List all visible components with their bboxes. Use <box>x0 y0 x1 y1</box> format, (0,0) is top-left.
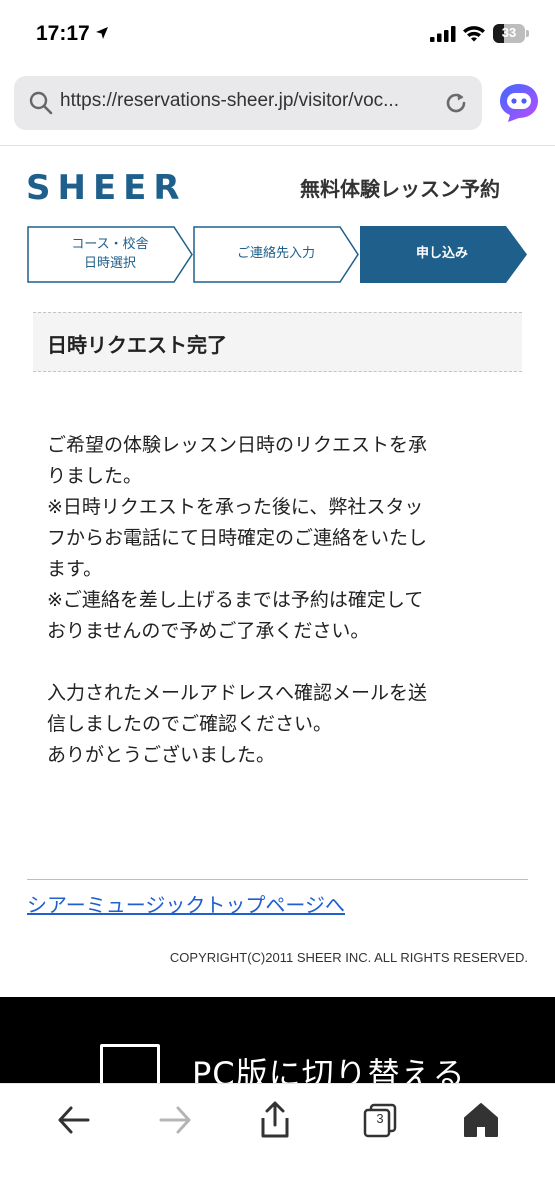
section-heading: 日時リクエスト完了 <box>33 312 522 372</box>
address-bar[interactable]: https://reservations-sheer.jp/visitor/vo… <box>14 76 482 130</box>
page-title: 無料体験レッスン予約 <box>300 177 500 201</box>
step-contact-input: ご連絡先入力 <box>236 246 315 261</box>
battery-level: 33 <box>501 25 517 40</box>
reload-icon[interactable] <box>442 89 470 117</box>
step-course-datetime: コース・校舎 日時選択 <box>71 237 149 271</box>
sheer-music-top-link[interactable]: シアーミュージックトップページへ <box>27 889 345 918</box>
tabs-icon[interactable]: 3 <box>360 1100 400 1140</box>
status-time: 17:17 <box>36 22 90 45</box>
header-divider <box>0 145 555 146</box>
browser-toolbar: 3 <box>0 1083 555 1200</box>
sheer-logo[interactable]: SHEER <box>26 168 198 204</box>
svg-text:SHEER: SHEER <box>26 168 187 204</box>
location-arrow-icon <box>96 27 108 39</box>
wifi-icon <box>463 26 485 42</box>
pc-version-switch[interactable]: PC版に切り替える <box>192 1049 466 1083</box>
back-arrow-icon[interactable] <box>54 1100 94 1140</box>
completion-message: ご希望の体験レッスン日時のリクエストを承 りました。 ※日時リクエストを承った後… <box>47 430 509 771</box>
pc-version-banner[interactable]: PC版に切り替える <box>0 997 555 1083</box>
copyright: COPYRIGHT(C)2011 SHEER INC. ALL RIGHTS R… <box>169 950 528 965</box>
assistant-icon[interactable] <box>496 80 542 126</box>
forward-arrow-icon[interactable] <box>155 1100 195 1140</box>
progress-steps: コース・校舎 日時選択 ご連絡先入力 申し込み <box>27 226 528 283</box>
tabs-count: 3 <box>376 1111 384 1126</box>
footer-divider <box>27 879 528 880</box>
url-text[interactable]: https://reservations-sheer.jp/visitor/vo… <box>60 90 436 112</box>
search-icon <box>29 91 53 115</box>
message-paragraph: 入力されたメールアドレスへ確認メールを送 信しましたのでご確認ください。 ありが… <box>47 682 428 766</box>
status-bar: 17:17 33 <box>0 0 555 70</box>
share-icon[interactable] <box>255 1100 295 1140</box>
step-apply: 申し込み <box>415 246 468 261</box>
battery-icon: 33 <box>493 24 529 43</box>
monitor-icon <box>100 1044 160 1083</box>
home-icon[interactable] <box>461 1100 501 1140</box>
cellular-signal-icon <box>430 26 456 42</box>
section-title: 日時リクエスト完了 <box>47 333 227 357</box>
message-paragraph: ご希望の体験レッスン日時のリクエストを承 りました。 ※日時リクエストを承った後… <box>47 434 428 642</box>
